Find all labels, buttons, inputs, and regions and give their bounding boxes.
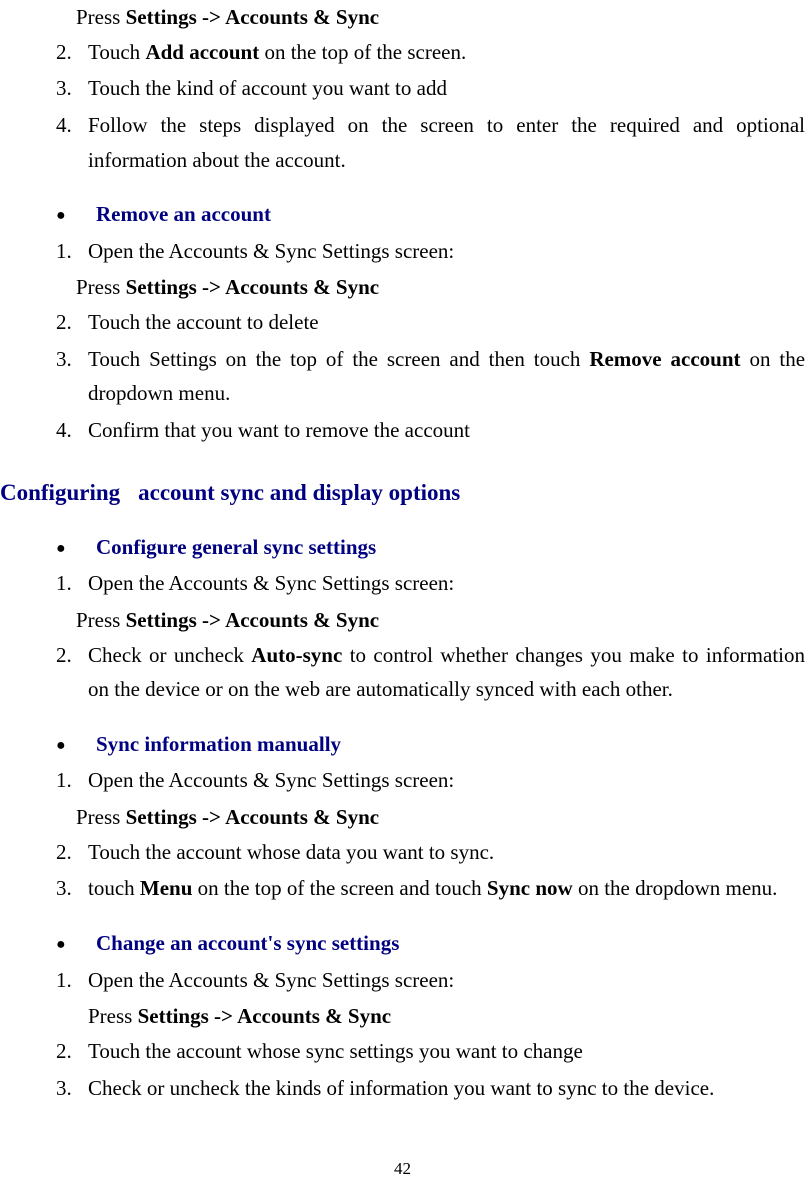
- press-line: Press Settings -> Accounts & Sync: [56, 999, 805, 1034]
- list-item: 2.Touch the account whose sync settings …: [56, 1034, 805, 1069]
- press-prefix: Press: [76, 608, 126, 632]
- press-line: Press Settings -> Accounts & Sync: [56, 0, 805, 35]
- press-path: Settings -> Accounts & Sync: [126, 275, 379, 299]
- list-text: Open the Accounts & Sync Settings screen…: [88, 963, 805, 998]
- list-number: 2.: [56, 835, 88, 870]
- bold-term: Sync now: [487, 876, 573, 900]
- list-text: Check or uncheck Auto-sync to control wh…: [88, 638, 805, 707]
- press-line: Press Settings -> Accounts & Sync: [56, 800, 805, 835]
- list-number: 4.: [56, 108, 88, 177]
- list-number: 2.: [56, 1034, 88, 1069]
- bold-term: Add account: [145, 40, 259, 64]
- bullet-icon: ●: [56, 932, 96, 958]
- list-text: Touch the account whose data you want to…: [88, 835, 805, 870]
- list-item: 1.Open the Accounts & Sync Settings scre…: [56, 963, 805, 998]
- list-text: Confirm that you want to remove the acco…: [88, 413, 805, 448]
- list-number: 1.: [56, 763, 88, 798]
- general-sync-list: 1.Open the Accounts & Sync Settings scre…: [56, 566, 805, 707]
- list-number: 3.: [56, 71, 88, 106]
- list-item: 1.Open the Accounts & Sync Settings scre…: [56, 566, 805, 601]
- bold-term: Remove account: [589, 347, 740, 371]
- page-number: 42: [0, 1155, 805, 1183]
- list-text: Open the Accounts & Sync Settings screen…: [88, 566, 805, 601]
- list-item: 2.Touch the account whose data you want …: [56, 835, 805, 870]
- list-text: Open the Accounts & Sync Settings screen…: [88, 234, 805, 269]
- list-text: Open the Accounts & Sync Settings screen…: [88, 763, 805, 798]
- press-prefix: Press: [88, 1004, 138, 1028]
- section-heading: Configuring account sync and display opti…: [0, 474, 805, 512]
- bullet-sync-manually: ● Sync information manually: [56, 727, 805, 762]
- heading-part-1: Configuring: [0, 480, 120, 505]
- page-content: Press Settings -> Accounts & Sync 2.Touc…: [0, 0, 805, 1183]
- bullet-change-settings: ● Change an account's sync settings: [56, 926, 805, 961]
- list-text: Check or uncheck the kinds of informatio…: [88, 1071, 805, 1106]
- list-item: 4.Follow the steps displayed on the scre…: [56, 108, 805, 177]
- press-path: Settings -> Accounts & Sync: [126, 5, 379, 29]
- bullet-remove-account: ● Remove an account: [56, 197, 805, 232]
- list-item: 4.Confirm that you want to remove the ac…: [56, 413, 805, 448]
- press-line: Press Settings -> Accounts & Sync: [56, 270, 805, 305]
- list-item: 3.Touch Settings on the top of the scree…: [56, 342, 805, 411]
- change-settings-list: 1.Open the Accounts & Sync Settings scre…: [56, 963, 805, 1106]
- list-text: Touch the account whose sync settings yo…: [88, 1034, 805, 1069]
- bullet-icon: ●: [56, 536, 96, 562]
- bullet-title: Remove an account: [96, 197, 271, 232]
- press-prefix: Press: [76, 5, 126, 29]
- list-text: touch Menu on the top of the screen and …: [88, 871, 805, 906]
- list-number: 1.: [56, 234, 88, 269]
- list-number: 3.: [56, 1071, 88, 1106]
- list-item: 1.Open the Accounts & Sync Settings scre…: [56, 763, 805, 798]
- press-path: Settings -> Accounts & Sync: [138, 1004, 391, 1028]
- list-number: 2.: [56, 305, 88, 340]
- bullet-icon: ●: [56, 203, 96, 229]
- list-item: 2.Touch Add account on the top of the sc…: [56, 35, 805, 70]
- list-number: 4.: [56, 413, 88, 448]
- list-item: 3.Touch the kind of account you want to …: [56, 71, 805, 106]
- list-item: 3.Check or uncheck the kinds of informat…: [56, 1071, 805, 1106]
- list-text: Touch Settings on the top of the screen …: [88, 342, 805, 411]
- list-text: Touch Add account on the top of the scre…: [88, 35, 805, 70]
- press-path: Settings -> Accounts & Sync: [126, 608, 379, 632]
- bold-term: Menu: [140, 876, 193, 900]
- press-prefix: Press: [76, 805, 126, 829]
- bullet-icon: ●: [56, 733, 96, 759]
- list-text: Follow the steps displayed on the screen…: [88, 108, 805, 177]
- bullet-title: Configure general sync settings: [96, 530, 376, 565]
- list-item: 2.Check or uncheck Auto-sync to control …: [56, 638, 805, 707]
- list-number: 1.: [56, 566, 88, 601]
- list-text: Touch the kind of account you want to ad…: [88, 71, 805, 106]
- press-path: Settings -> Accounts & Sync: [126, 805, 379, 829]
- list-number: 1.: [56, 963, 88, 998]
- list-item: 3.touch Menu on the top of the screen an…: [56, 871, 805, 906]
- list-text: Touch the account to delete: [88, 305, 805, 340]
- bullet-title: Change an account's sync settings: [96, 926, 399, 961]
- remove-account-list: 1.Open the Accounts & Sync Settings scre…: [56, 234, 805, 448]
- press-prefix: Press: [76, 275, 126, 299]
- list-number: 2.: [56, 35, 88, 70]
- list-number: 3.: [56, 871, 88, 906]
- press-line: Press Settings -> Accounts & Sync: [56, 603, 805, 638]
- list-number: 3.: [56, 342, 88, 411]
- list-item: 1.Open the Accounts & Sync Settings scre…: [56, 234, 805, 269]
- sync-manually-list: 1.Open the Accounts & Sync Settings scre…: [56, 763, 805, 906]
- bullet-title: Sync information manually: [96, 727, 341, 762]
- list-item: 2.Touch the account to delete: [56, 305, 805, 340]
- bullet-general-sync: ● Configure general sync settings: [56, 530, 805, 565]
- bold-term: Auto-sync: [251, 643, 342, 667]
- add-account-list: 2.Touch Add account on the top of the sc…: [56, 35, 805, 178]
- heading-part-2: account sync and display options: [138, 480, 460, 505]
- list-number: 2.: [56, 638, 88, 707]
